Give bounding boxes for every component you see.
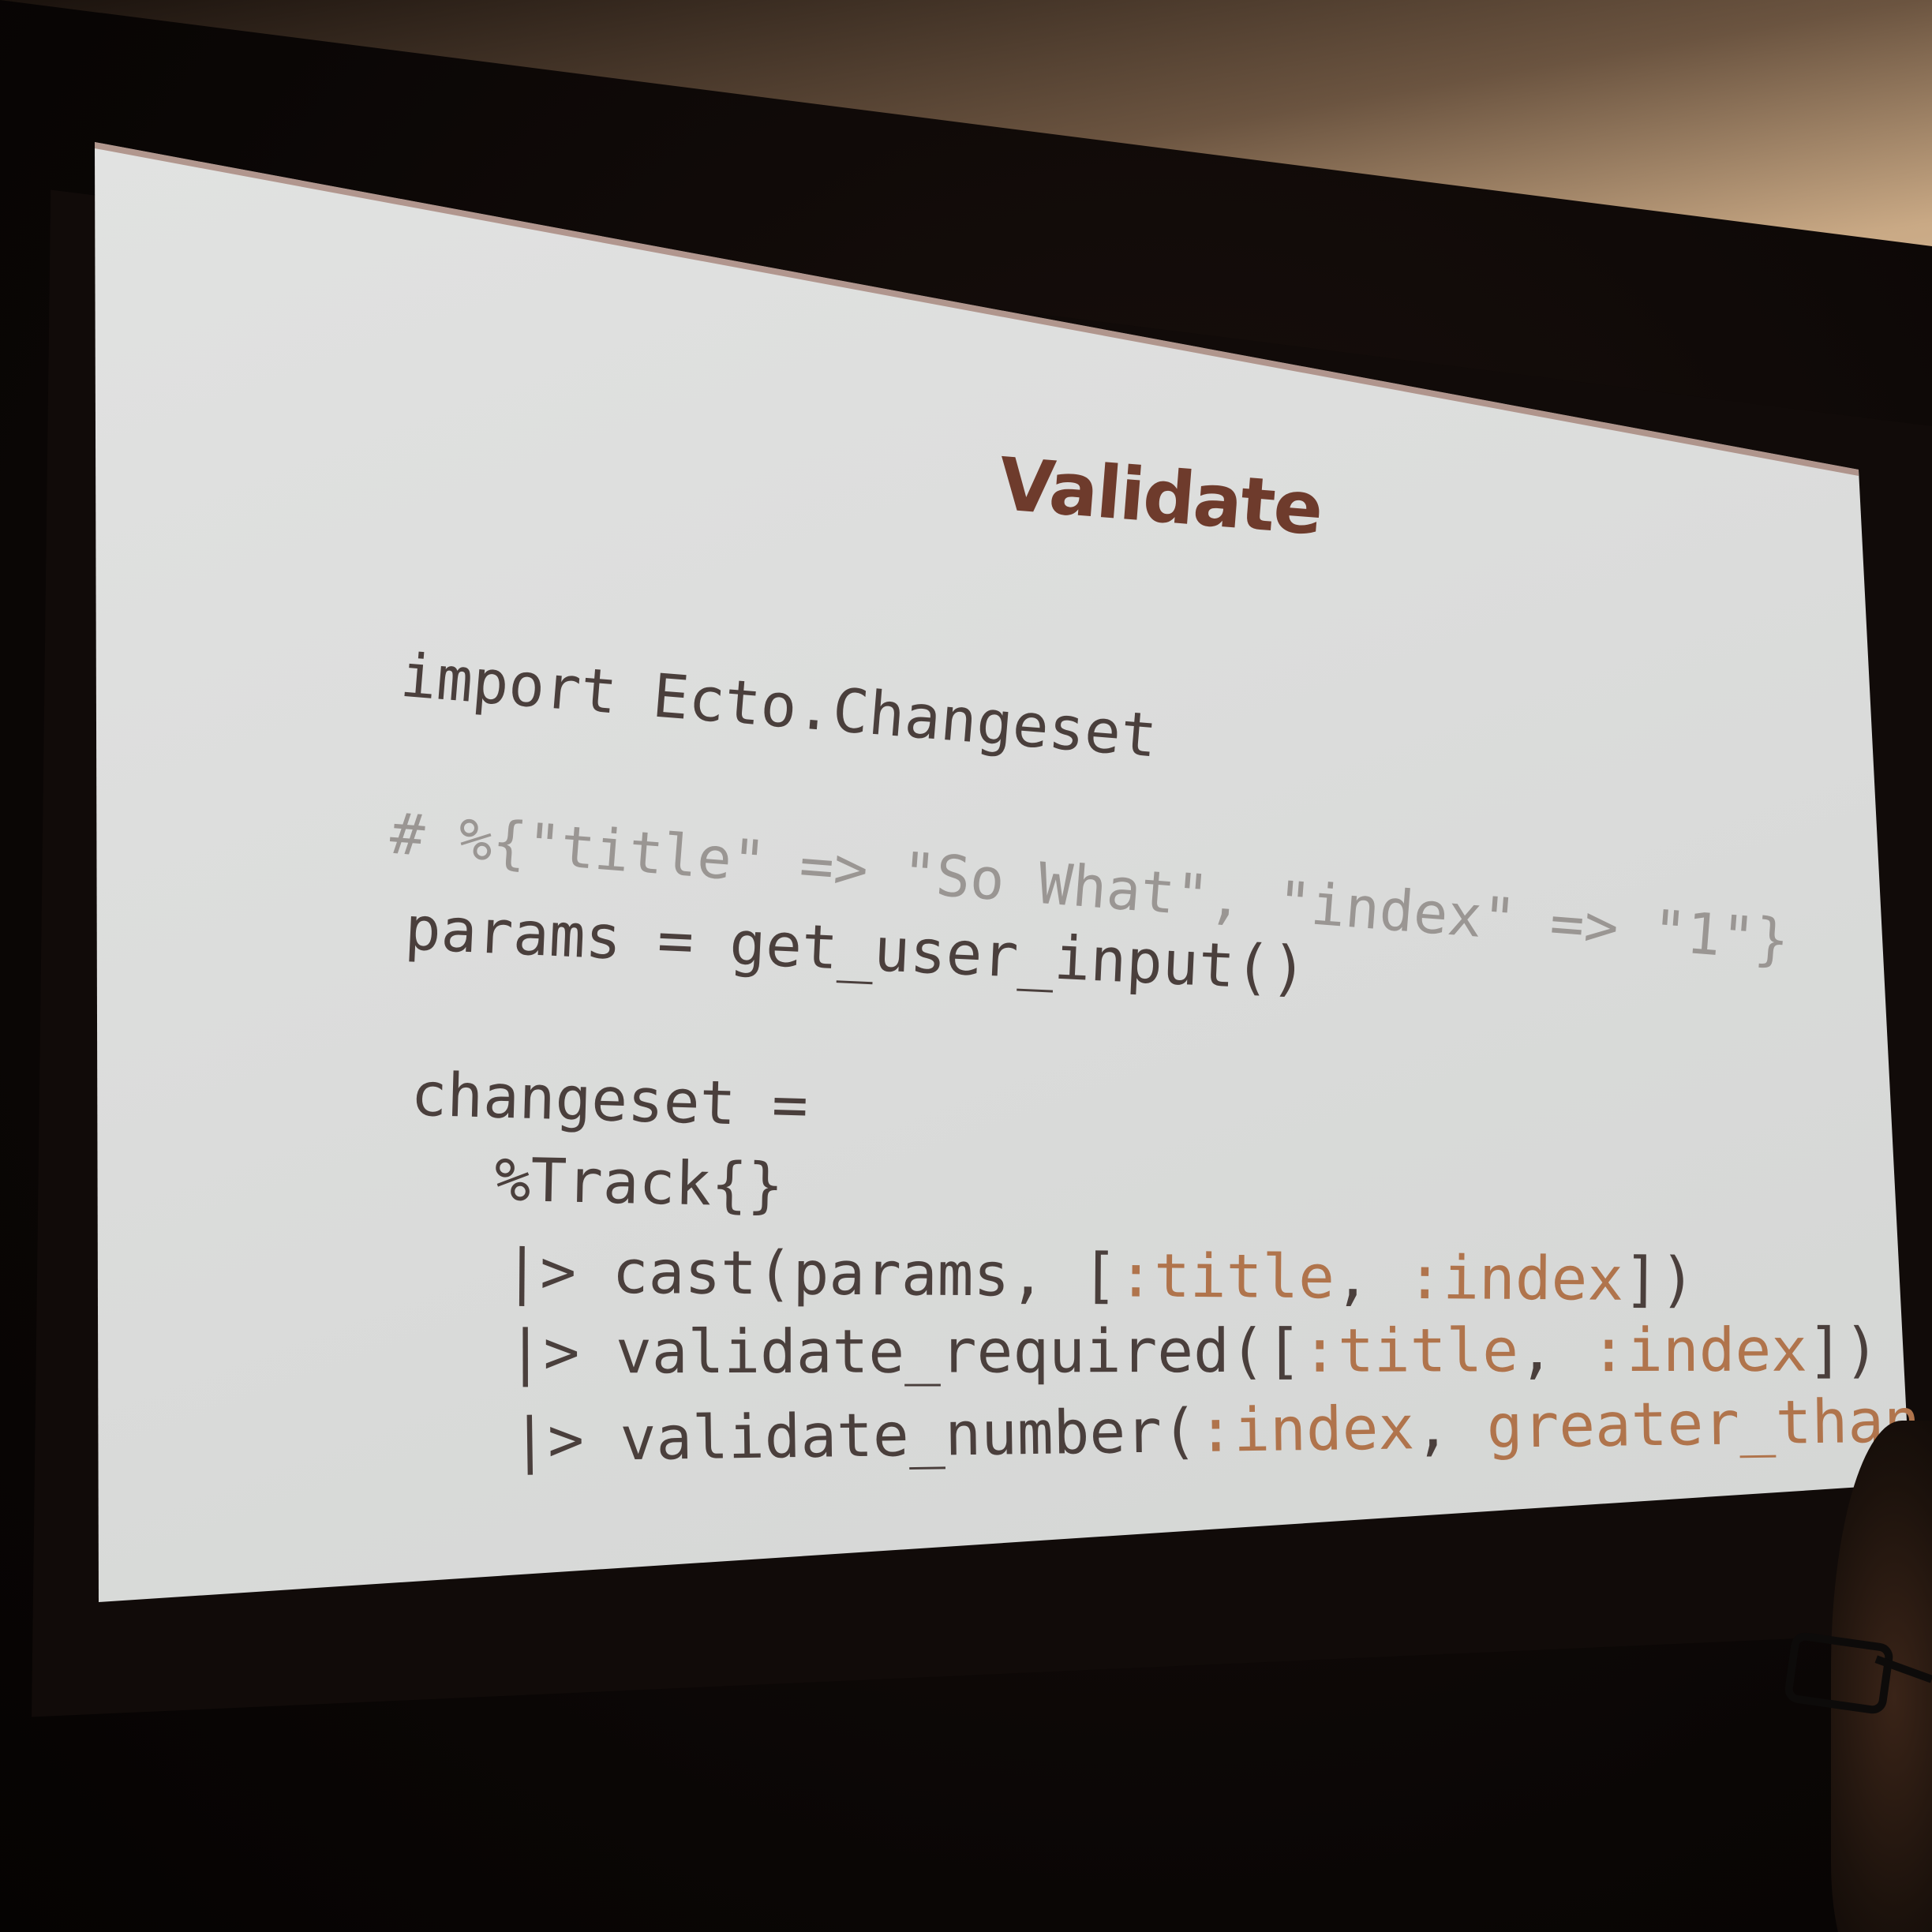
- number-prefix: |> validate_number(: [511, 1395, 1199, 1476]
- photo-scene: Validate import Ecto.Changeset # %{"titl…: [0, 0, 1932, 1932]
- code-line-validate-number: |> validate_number(:index, greater_than:…: [294, 1313, 1932, 1548]
- slide-title: Validate: [995, 442, 1325, 552]
- number-comma: ,: [1413, 1391, 1488, 1463]
- number-keyword: greater_than:: [1486, 1384, 1932, 1462]
- eyeglasses: [1783, 1631, 1895, 1716]
- slide-content: Validate import Ecto.Changeset # %{"titl…: [0, 0, 1932, 1932]
- number-index-atom: :index: [1197, 1392, 1415, 1466]
- params-text: params = get_user_input(): [403, 893, 1309, 1005]
